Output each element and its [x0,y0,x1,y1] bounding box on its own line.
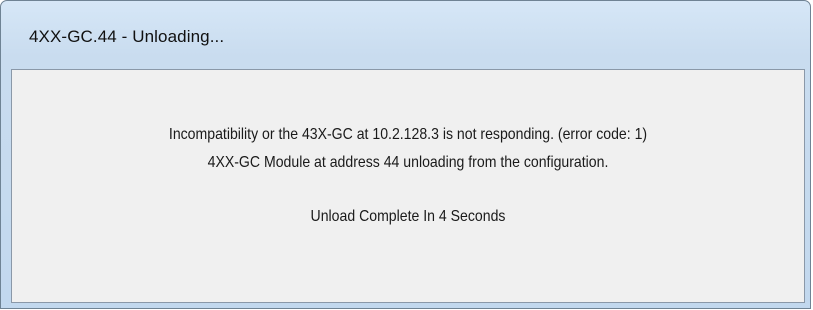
error-message-text: Incompatibility or the 43X-GC at 10.2.12… [168,126,648,143]
title-bar[interactable]: 4XX-GC.44 - Unloading... [1,1,810,63]
unloading-status-text: 4XX-GC Module at address 44 unloading fr… [207,154,609,171]
window-title: 4XX-GC.44 - Unloading... [29,27,225,46]
countdown-text: Unload Complete In 4 Seconds [310,208,506,225]
dialog-content-panel: Incompatibility or the 43X-GC at 10.2.12… [11,69,805,303]
unloading-dialog-window: 4XX-GC.44 - Unloading... Incompatibility… [0,0,811,309]
